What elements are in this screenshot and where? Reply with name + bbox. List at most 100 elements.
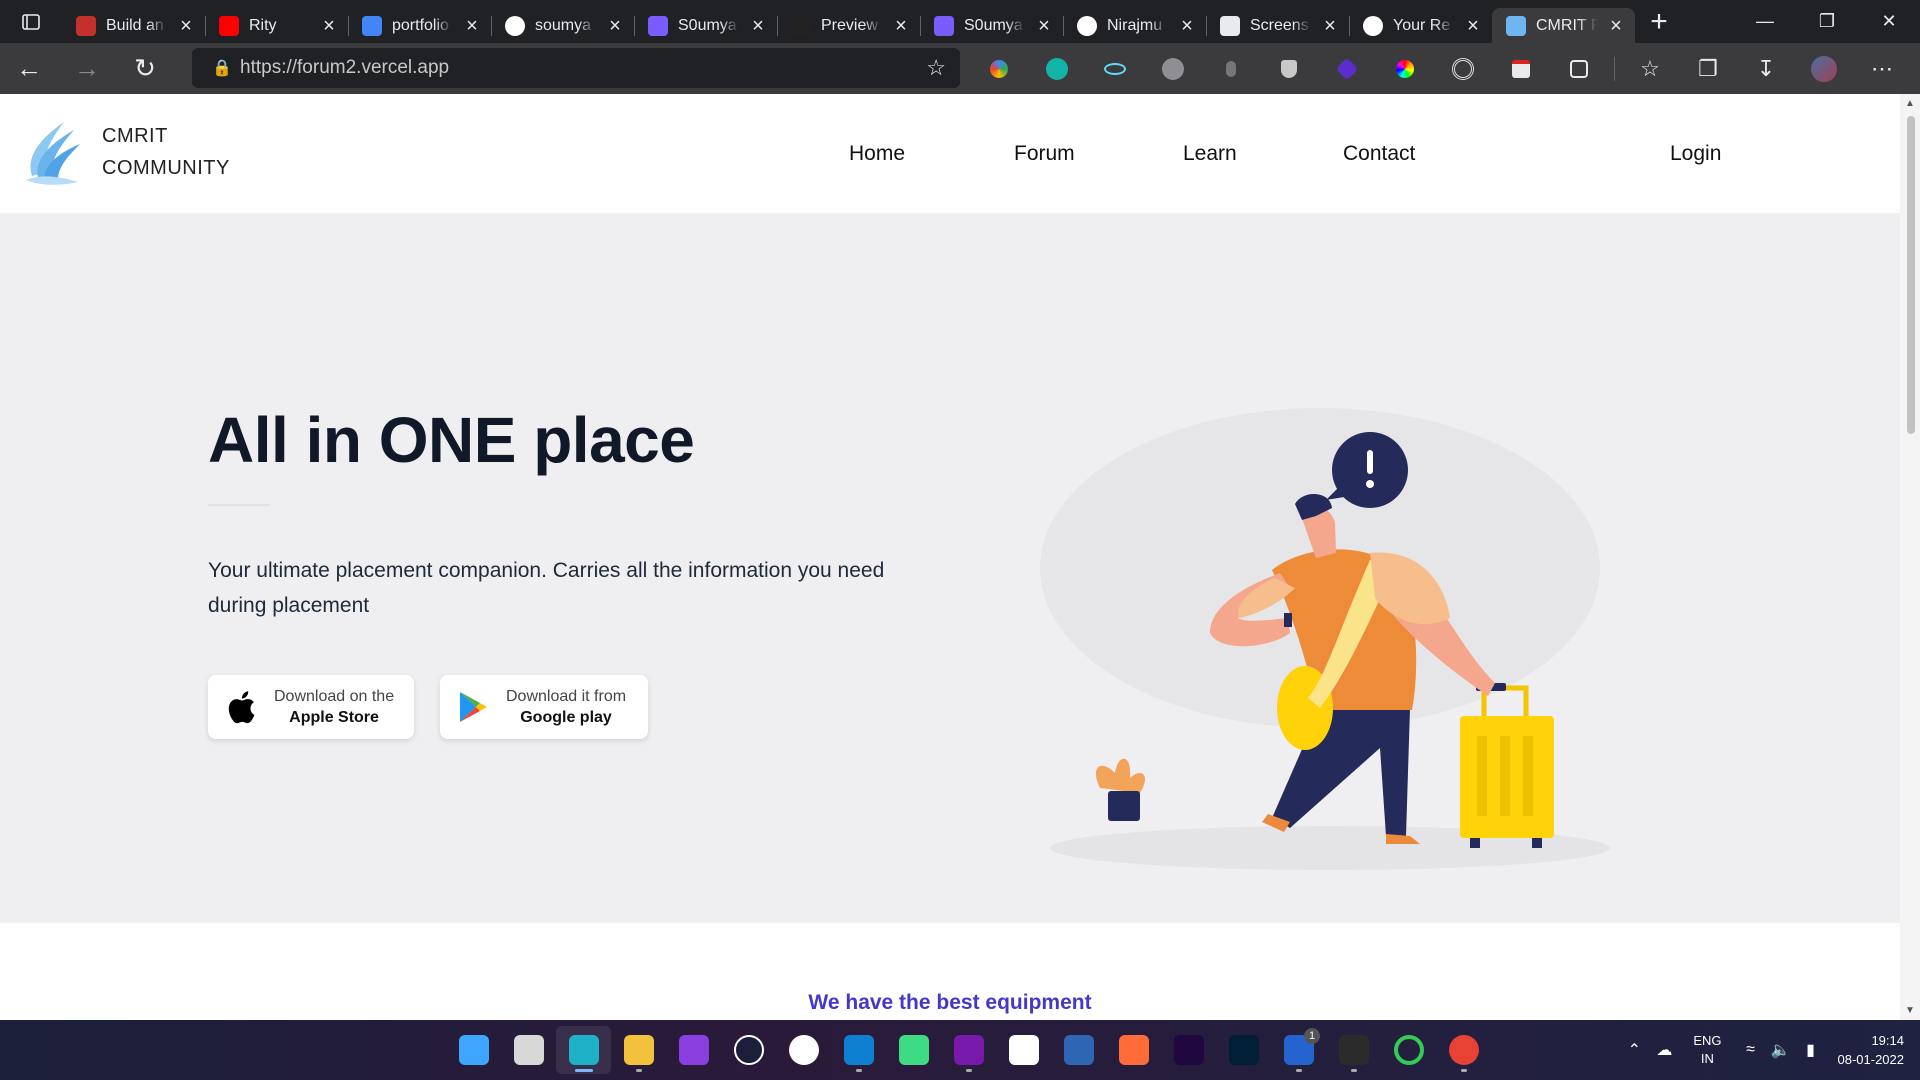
taskbar-app[interactable]: [666, 1026, 721, 1074]
hero-divider: [208, 504, 270, 506]
apple-store-button[interactable]: Download on the Apple Store: [208, 675, 414, 739]
onedrive-icon[interactable]: ☁: [1649, 1040, 1679, 1060]
restore-button[interactable]: ❐: [1796, 0, 1858, 43]
tab-actions-button[interactable]: [0, 0, 62, 43]
nav-forum[interactable]: Forum: [1014, 142, 1075, 166]
browser-tab[interactable]: Preview ×: [777, 8, 921, 43]
scroll-up-arrow-icon[interactable]: ▲: [1900, 98, 1920, 109]
taskbar-app[interactable]: [996, 1026, 1051, 1074]
running-indicator: [965, 1069, 972, 1072]
tab-close-icon[interactable]: ×: [1464, 16, 1482, 36]
taskbar-app[interactable]: [556, 1026, 611, 1074]
profile-avatar[interactable]: [1795, 55, 1853, 82]
taskbar-app[interactable]: [1216, 1026, 1271, 1074]
taskbar-app[interactable]: [721, 1026, 776, 1074]
taskbar-app[interactable]: [1106, 1026, 1161, 1074]
taskbar-app[interactable]: [1381, 1026, 1436, 1074]
taskbar-app[interactable]: [886, 1026, 941, 1074]
github-icon: [505, 15, 525, 36]
downloads-icon[interactable]: ↧: [1737, 56, 1795, 82]
tab-close-icon[interactable]: ×: [1035, 16, 1053, 36]
browser-tab[interactable]: S0umya ×: [634, 8, 778, 43]
taskbar-app[interactable]: [941, 1026, 996, 1074]
wifi-icon[interactable]: ≈: [1736, 1041, 1766, 1059]
new-tab-button[interactable]: +: [1635, 5, 1683, 39]
extensions-puzzle-icon[interactable]: [1550, 59, 1608, 78]
page-scrollbar[interactable]: ▲ ▼: [1900, 94, 1920, 1020]
nav-home[interactable]: Home: [849, 142, 905, 166]
back-button[interactable]: ←: [0, 43, 58, 94]
forward-button[interactable]: →: [58, 43, 116, 94]
target-extension-icon[interactable]: [1434, 57, 1492, 80]
color-picker-icon[interactable]: [1376, 59, 1434, 78]
main-nav: Home Forum Learn Contact Login: [0, 94, 1900, 213]
tab-close-icon[interactable]: ×: [1321, 16, 1339, 36]
taskbar-app[interactable]: [831, 1026, 886, 1074]
google-play-button[interactable]: Download it from Google play: [440, 675, 648, 739]
minimize-button[interactable]: —: [1734, 0, 1796, 43]
tab-close-icon[interactable]: ×: [892, 16, 910, 36]
extension-icon[interactable]: [1202, 60, 1260, 77]
taskbar-app[interactable]: [1051, 1026, 1106, 1074]
browser-tab[interactable]: Nirajmu ×: [1063, 8, 1207, 43]
browser-tab[interactable]: portfolio ×: [348, 8, 492, 43]
running-indicator: [1295, 1069, 1302, 1072]
browser-tab[interactable]: soumya ×: [491, 8, 635, 43]
collections-icon[interactable]: ❐: [1679, 56, 1737, 82]
close-window-button[interactable]: ✕: [1858, 0, 1920, 43]
tab-close-icon[interactable]: ×: [749, 16, 767, 36]
taskbar-app[interactable]: [1326, 1026, 1381, 1074]
address-bar[interactable]: 🔒 https://forum2.vercel.app ☆: [192, 48, 960, 88]
scroll-down-arrow-icon[interactable]: ▼: [1900, 1005, 1920, 1016]
taskbar-apps: 1: [446, 1020, 1491, 1080]
browser-tab[interactable]: Screens ×: [1206, 8, 1350, 43]
browser-tab[interactable]: CMRIT F ×: [1492, 8, 1635, 43]
arrow-right-icon: →: [74, 53, 100, 83]
tab-close-icon[interactable]: ×: [177, 16, 195, 36]
nav-contact[interactable]: Contact: [1343, 142, 1415, 166]
add-favorite-icon[interactable]: ☆: [926, 55, 946, 81]
chevron-up-icon[interactable]: ⌃: [1619, 1040, 1649, 1060]
taskbar-app[interactable]: [611, 1026, 666, 1074]
favorites-icon[interactable]: ☆: [1621, 56, 1679, 82]
extension-icon[interactable]: [970, 59, 1028, 78]
tab-close-icon[interactable]: ×: [606, 16, 624, 36]
browser-tab[interactable]: Your Re ×: [1349, 8, 1493, 43]
scrollbar-thumb[interactable]: [1907, 116, 1915, 434]
extension-icon[interactable]: [1028, 57, 1086, 80]
refresh-button[interactable]: ↻: [116, 43, 174, 94]
clock[interactable]: 19:14 08-01-2022: [1838, 1031, 1905, 1069]
browser-tab[interactable]: Build an ×: [62, 8, 206, 43]
taskbar-app[interactable]: [1436, 1026, 1491, 1074]
taskbar-app[interactable]: [1161, 1026, 1216, 1074]
browser-tab[interactable]: S0umya ×: [920, 8, 1064, 43]
battery-icon[interactable]: ▮: [1796, 1040, 1826, 1060]
react-devtools-icon[interactable]: [1086, 62, 1144, 75]
virtualbox-icon: [1063, 1035, 1094, 1065]
mongodb-icon: [1008, 1035, 1039, 1065]
more-menu-icon[interactable]: ⋯: [1853, 56, 1911, 82]
grammarly-icon[interactable]: [1144, 57, 1202, 80]
windows-start-icon: [458, 1035, 489, 1065]
taskbar-app[interactable]: [501, 1026, 556, 1074]
extension-icon[interactable]: [1318, 57, 1376, 80]
pocket-icon[interactable]: [1492, 59, 1550, 78]
tab-close-icon[interactable]: ×: [1607, 16, 1625, 36]
browser-tab-bar: Build an × Rity × portfolio × soumya × S0umya × Pr…: [0, 0, 1920, 43]
tab-close-icon[interactable]: ×: [320, 16, 338, 36]
language-indicator[interactable]: ENG IN: [1693, 1032, 1721, 1068]
taskbar-app[interactable]: [446, 1026, 501, 1074]
nav-learn[interactable]: Learn: [1183, 142, 1237, 166]
tab-close-icon[interactable]: ×: [463, 16, 481, 36]
url-text[interactable]: https://forum2.vercel.app: [240, 57, 926, 79]
running-indicator: [1350, 1069, 1357, 1072]
browser-tab[interactable]: Rity ×: [205, 8, 349, 43]
nav-login[interactable]: Login: [1670, 142, 1721, 166]
shield-extension-icon[interactable]: [1260, 59, 1318, 78]
cmrit-icon: [1506, 15, 1526, 36]
preview-icon: [791, 15, 811, 36]
tab-close-icon[interactable]: ×: [1178, 16, 1196, 36]
volume-icon[interactable]: 🔈: [1766, 1040, 1796, 1060]
taskbar-app[interactable]: [776, 1026, 831, 1074]
taskbar-app[interactable]: 1: [1271, 1026, 1326, 1074]
